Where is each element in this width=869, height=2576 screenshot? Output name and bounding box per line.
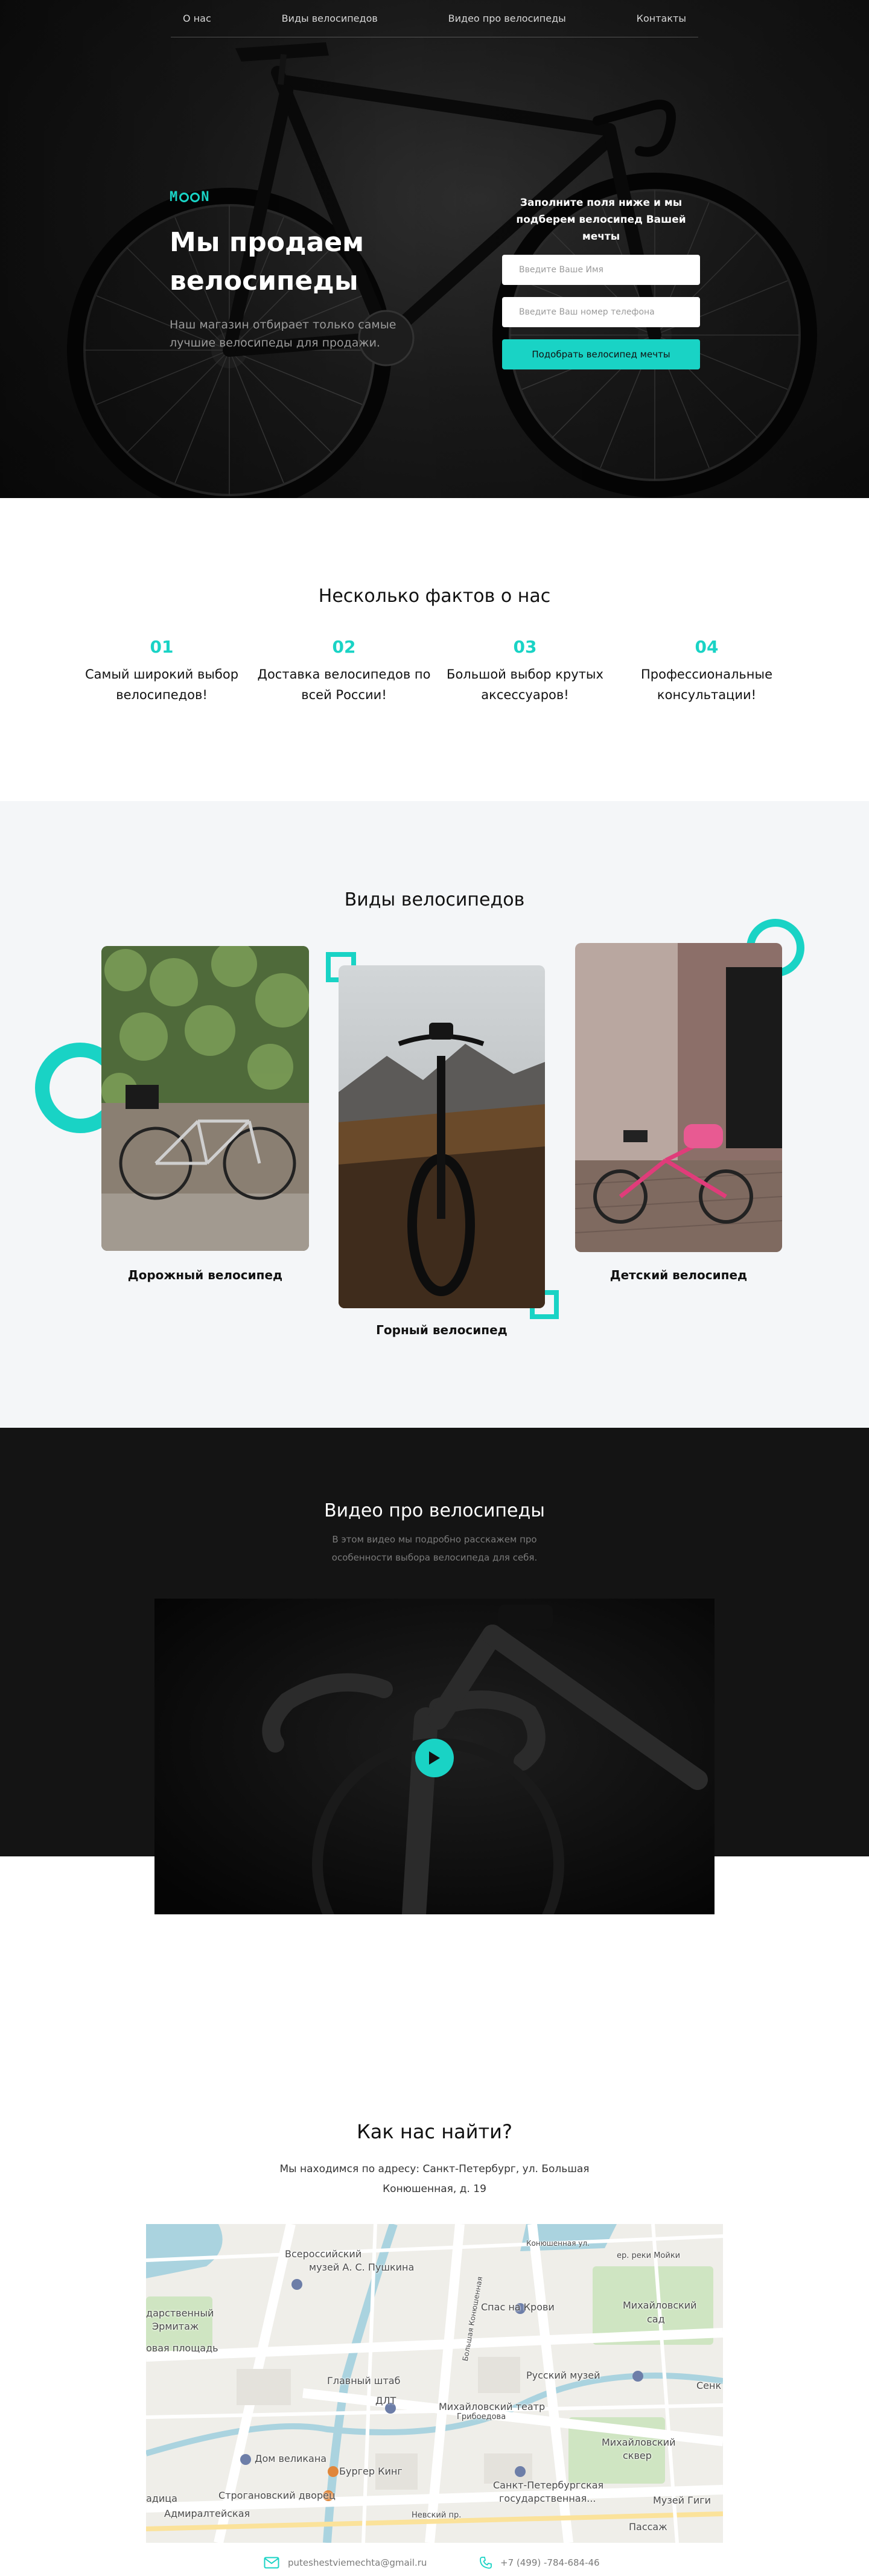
mountain-bike-image[interactable] [339, 965, 545, 1308]
facts-title: Несколько фактов о нас [318, 586, 551, 607]
map-label: государственная... [499, 2493, 596, 2504]
fact-item: 01 Самый широкий выбор велосипедов! [71, 637, 252, 705]
phone-link[interactable]: +7 (499) -784-684-46 [500, 2557, 600, 2568]
map-label: музей А. С. Пушкина [309, 2261, 415, 2273]
map-label: Главный штаб [327, 2375, 401, 2386]
fact-item: 02 Доставка велосипедов по всей России! [253, 637, 434, 705]
name-input[interactable] [502, 255, 700, 285]
map-label: сад [647, 2313, 665, 2325]
map-label: Михайловский [602, 2437, 676, 2448]
map-label: Русский музей [526, 2370, 600, 2381]
map-label: Бургер Кинг [339, 2466, 403, 2477]
submit-button[interactable]: Подобрать велосипед мечты [502, 339, 700, 369]
nav-item-bike-types[interactable]: Виды велосипедов [282, 13, 378, 24]
fact-number: 04 [695, 637, 719, 657]
video-subtitle: В этом видео мы подробно расскажем про о… [331, 1534, 538, 1563]
find-title: Как нас найти? [357, 2120, 512, 2143]
kids-bike-image[interactable] [575, 943, 782, 1252]
nav-item-contacts[interactable]: Контакты [637, 13, 686, 24]
facts-section: Несколько фактов о нас 01 Самый широкий … [0, 498, 869, 801]
form-title: Заполните поля ниже и мы подберем велоси… [516, 197, 686, 243]
fact-number: 03 [513, 637, 537, 657]
map[interactable]: Всероссийский музей А. С. Пушкина Конюше… [146, 2224, 723, 2543]
bike-types-section: Виды велосипедов Дорожный велосипед Горн… [0, 801, 869, 1428]
map-label: Михайловский [623, 2300, 697, 2311]
phone-contact: +7 (499) -784-684-46 [480, 2557, 600, 2569]
top-nav: О нас Виды велосипедов Видео про велосип… [171, 0, 698, 37]
road-bike-image[interactable] [101, 946, 309, 1251]
map-label: Михайловский театр [439, 2401, 546, 2412]
phone-icon [480, 2557, 492, 2569]
map-label: Эрмитаж [152, 2321, 199, 2332]
fact-number: 01 [150, 637, 174, 657]
fact-text: Большой выбор крутых аксессуаров! [447, 667, 603, 702]
play-button[interactable] [415, 1739, 454, 1777]
map-label: Спас на Крови [481, 2301, 555, 2313]
map-label: Дом великана [255, 2453, 327, 2464]
map-label: дарственный [146, 2307, 214, 2319]
lead-form: Заполните поля ниже и мы подберем велоси… [502, 194, 700, 369]
phone-input[interactable] [502, 297, 700, 327]
map-label: овая площадь [146, 2342, 218, 2354]
map-label: Всероссийский [285, 2248, 362, 2260]
video-player[interactable] [154, 1599, 715, 1914]
road-bike-label: Дорожный велосипед [127, 1268, 283, 1282]
email-contact: puteshestviemechta@gmail.ru [264, 2557, 427, 2569]
play-icon [429, 1751, 440, 1765]
map-label: Санкт-Петербургская [493, 2479, 604, 2491]
map-label: Сенк [696, 2380, 722, 2391]
mountain-bike-label: Горный велосипед [376, 1323, 508, 1337]
types-title: Виды велосипедов [344, 889, 525, 910]
map-label: сквер [623, 2450, 652, 2461]
contacts: puteshestviemechta@gmail.ru +7 (499) -78… [0, 2557, 869, 2576]
map-label: адица [146, 2493, 177, 2504]
address-text: Мы находимся по адресу: Санкт-Петербург,… [279, 2163, 590, 2195]
map-label: Строгановский дворец [218, 2490, 336, 2501]
hero-section: О нас Виды велосипедов Видео про велосип… [0, 0, 869, 498]
email-link[interactable]: puteshestviemechta@gmail.ru [288, 2557, 427, 2568]
fact-text: Доставка велосипедов по всей России! [257, 667, 431, 702]
nav-item-about[interactable]: О нас [183, 13, 211, 24]
logo[interactable]: MN [170, 190, 210, 205]
fact-item: 03 Большой выбор крутых аксессуаров! [434, 637, 616, 705]
fact-text: Самый широкий выбор велосипедов! [84, 667, 239, 702]
fact-item: 04 Профессиональные консультации! [616, 637, 797, 705]
map-label: Грибоедова [457, 2412, 506, 2421]
map-label: ер. реки Мойки [617, 2251, 681, 2260]
fact-number: 02 [332, 637, 356, 657]
fact-text: Профессиональные консультации! [640, 667, 773, 702]
map-label: Конюшенная ул. [526, 2239, 590, 2248]
kids-bike-label: Детский велосипед [610, 1268, 748, 1282]
map-label: Музей Гиги [653, 2495, 711, 2506]
hero-title: Мы продаем велосипеды [170, 227, 364, 296]
map-label: Пассаж [629, 2521, 667, 2533]
map-label: Адмиралтейская [164, 2508, 250, 2519]
video-title: Видео про велосипеды [324, 1500, 545, 1521]
hero-subtitle: Наш магазин отбирает только самые лучшие… [170, 318, 396, 350]
nav-item-video[interactable]: Видео про велосипеды [448, 13, 566, 24]
mail-icon [264, 2557, 279, 2569]
map-label: ДЛТ [375, 2395, 396, 2406]
video-section: Видео про велосипеды В этом видео мы под… [0, 1428, 869, 2021]
find-us-section: Как нас найти? Мы находимся по адресу: С… [0, 2021, 869, 2569]
